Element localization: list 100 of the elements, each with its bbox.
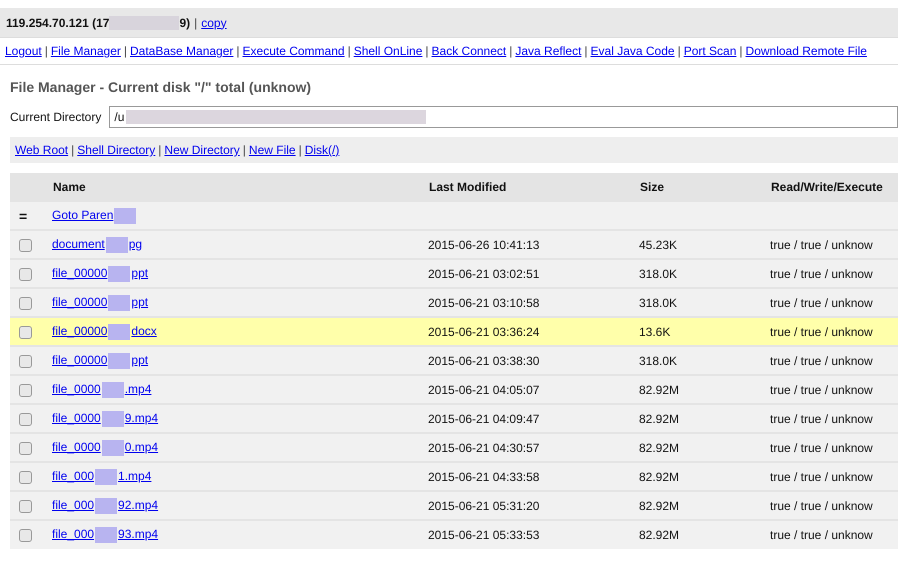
file-link[interactable]: file_0000 xyxy=(52,440,101,454)
table-cell: true / true / unknow xyxy=(770,433,898,462)
redaction-blur xyxy=(95,498,118,514)
file-link[interactable]: file_0000 xyxy=(52,382,101,396)
separator: | xyxy=(509,44,512,58)
nav-link[interactable]: Java Reflect xyxy=(515,44,582,58)
checkbox[interactable] xyxy=(19,529,32,542)
table-cell: true / true / unknow xyxy=(770,520,898,549)
table-cell: 318.0K xyxy=(639,259,770,288)
file-link-end[interactable]: 93.mp4 xyxy=(118,527,158,542)
file-link-end[interactable]: pg xyxy=(128,236,142,251)
separator: | xyxy=(158,143,162,157)
file-link-end[interactable]: 92.mp4 xyxy=(118,498,158,512)
directory-field[interactable]: /u xyxy=(109,106,898,128)
separator: | xyxy=(678,44,681,58)
separator: | xyxy=(584,44,588,58)
table-cell: 2015-06-26 10:41:13 xyxy=(428,230,639,259)
file-link[interactable]: file_00000 xyxy=(52,324,108,338)
file-link[interactable]: file_000 xyxy=(52,527,94,542)
copy-link[interactable]: copy xyxy=(201,16,227,30)
table-cell: 82.92M xyxy=(639,404,770,433)
file-link-end[interactable]: ppt xyxy=(131,294,148,309)
file-row[interactable]: file_000 93.mp4 2015-06-21 05:33:53 82.92M true / true / unknow xyxy=(10,520,898,549)
redaction-blur xyxy=(95,527,118,543)
file-row[interactable]: file_0000 0.mp4 2015-06-21 04:30:57 82.92M true / true / unknow xyxy=(10,433,898,462)
column-header: Size xyxy=(639,173,770,201)
host-address: 119.254.70.121 (17 xyxy=(6,16,110,30)
nav-link[interactable]: File Manager xyxy=(50,44,121,58)
table-cell: true / true / unknow xyxy=(770,462,898,491)
nav-link[interactable]: DataBase Manager xyxy=(130,44,234,58)
checkbox[interactable] xyxy=(19,412,32,426)
table-cell: 318.0K xyxy=(639,346,770,375)
nav-link[interactable]: Download Remote File xyxy=(746,44,867,58)
file-link[interactable]: file_00000 xyxy=(52,294,108,309)
shortcut-link[interactable]: Disk(/) xyxy=(304,143,340,157)
shortcut-link[interactable]: Shell Directory xyxy=(77,143,156,157)
table-cell: 2015-06-21 05:33:53 xyxy=(428,520,639,549)
checkbox[interactable] xyxy=(19,500,32,513)
file-row[interactable]: file_0000 .mp4 2015-06-21 04:05:07 82.92M true / true / unknow xyxy=(10,375,898,404)
file-link[interactable]: file_000 xyxy=(52,468,94,483)
table-cell: true / true / unknow xyxy=(770,317,898,346)
redaction-blur xyxy=(102,410,124,426)
separator: | xyxy=(242,143,246,157)
checkbox[interactable] xyxy=(19,384,32,397)
file-row[interactable]: document pg 2015-06-26 10:41:13 45.23K true / true / unknow xyxy=(10,230,898,259)
file-row[interactable]: file_000 92.mp4 2015-06-21 05:31:20 82.92M true / true / unknow xyxy=(10,491,898,520)
directory-label: Current Directory xyxy=(10,110,102,124)
table-cell: 2015-06-21 03:10:58 xyxy=(428,288,639,317)
file-link[interactable]: file_00000 xyxy=(52,266,108,280)
separator: | xyxy=(194,16,198,30)
file-link-end[interactable]: .mp4 xyxy=(124,382,152,396)
redaction-blur xyxy=(108,352,130,368)
nav-link[interactable]: Shell OnLine xyxy=(354,44,422,58)
checkbox[interactable] xyxy=(19,268,32,281)
file-link[interactable]: file_0000 xyxy=(52,410,101,425)
nav-link[interactable]: Eval Java Code xyxy=(590,44,675,58)
shortcut-link[interactable]: Web Root xyxy=(15,143,68,157)
table-cell: true / true / unknow xyxy=(770,288,898,317)
file-link[interactable]: file_000 xyxy=(52,498,94,512)
column-header: Name xyxy=(52,173,428,201)
checkbox[interactable] xyxy=(19,326,32,339)
nav-link[interactable]: Port Scan xyxy=(684,44,736,58)
file-link-end[interactable]: ppt xyxy=(131,352,148,367)
nav-link[interactable]: Execute Command xyxy=(242,44,345,58)
separator: | xyxy=(348,44,351,58)
file-row[interactable]: file_0000 9.mp4 2015-06-21 04:09:47 82.92M true / true / unknow xyxy=(10,404,898,433)
file-link-end[interactable]: 9.mp4 xyxy=(124,410,158,425)
checkbox[interactable] xyxy=(19,296,32,310)
shortcut-link[interactable]: New File xyxy=(248,143,296,157)
file-link[interactable]: file_00000 xyxy=(52,352,108,367)
file-row[interactable]: file_00000 ppt 2015-06-21 03:38:30 318.0K true / true / unknow xyxy=(10,346,898,375)
table-cell: 318.0K xyxy=(639,288,770,317)
table-cell: 2015-06-21 04:09:47 xyxy=(428,404,639,433)
file-row[interactable]: file_00000 ppt 2015-06-21 03:10:58 318.0K true / true / unknow xyxy=(10,288,898,317)
table-cell: true / true / unknow xyxy=(770,346,898,375)
file-link[interactable]: document xyxy=(52,236,105,251)
table-cell: 13.6K xyxy=(639,317,770,346)
file-row[interactable]: file_00000 ppt 2015-06-21 03:02:51 318.0K true / true / unknow xyxy=(10,259,898,288)
table-cell: true / true / unknow xyxy=(770,375,898,404)
separator: | xyxy=(124,44,127,58)
table-cell: true / true / unknow xyxy=(770,491,898,520)
file-link-end[interactable]: ppt xyxy=(131,266,148,280)
checkbox[interactable] xyxy=(19,238,32,252)
nav-link[interactable]: Logout xyxy=(5,44,42,58)
checkbox[interactable] xyxy=(19,442,32,455)
checkbox[interactable] xyxy=(19,470,32,484)
parent-directory-link[interactable]: Goto Paren xyxy=(52,208,114,222)
file-link-end[interactable]: 0.mp4 xyxy=(124,440,158,454)
file-row[interactable]: file_00000 docx 2015-06-21 03:36:24 13.6K true / true / unknow xyxy=(10,317,898,346)
separator: | xyxy=(425,44,429,58)
file-link-end[interactable]: docx xyxy=(131,324,157,338)
table-cell: true / true / unknow xyxy=(770,404,898,433)
separator: | xyxy=(71,143,74,157)
file-link-end[interactable]: 1.mp4 xyxy=(118,468,152,483)
redaction-blur xyxy=(95,468,118,484)
checkbox[interactable] xyxy=(19,354,32,368)
redaction-blur xyxy=(108,324,130,340)
shortcut-link[interactable]: New Directory xyxy=(164,143,240,157)
file-row[interactable]: file_000 1.mp4 2015-06-21 04:33:58 82.92M true / true / unknow xyxy=(10,462,898,491)
nav-link[interactable]: Back Connect xyxy=(432,44,506,58)
